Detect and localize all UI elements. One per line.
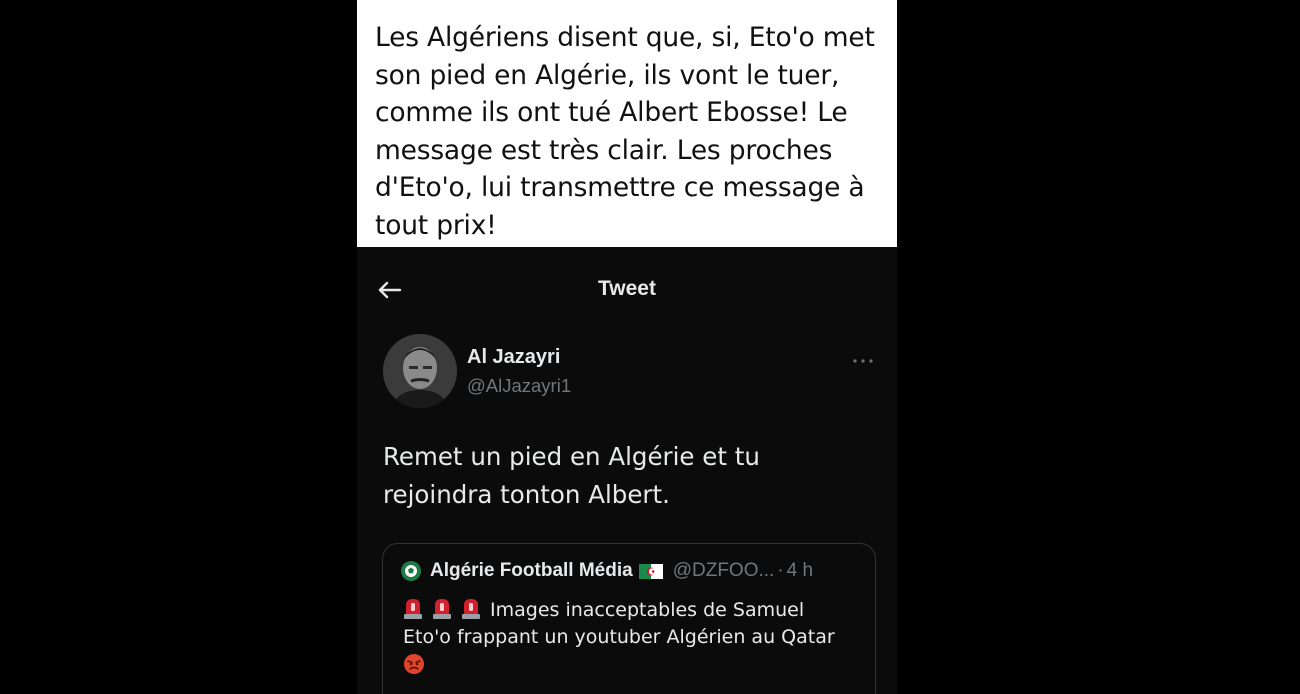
soccer-ball-logo-icon [401,561,421,581]
author-name[interactable]: Al Jazayri [467,346,560,369]
caption-text: Les Algériens disent que, si, Eto'o met … [375,22,875,241]
author-handle[interactable]: @AlJazayri1 [467,375,571,397]
quoted-timestamp: 4 h [786,560,814,581]
separator-dot: · [777,560,784,581]
algeria-flag-icon [638,563,663,579]
police-siren-icon [462,599,480,619]
quoted-author-name: Algérie Football Média [430,560,633,581]
police-siren-icon [404,599,422,619]
quoted-tweet-header: Algérie Football Média @DZFOO... · 4 h [400,560,813,582]
angry-face-icon [404,654,424,674]
tweet-screen: Tweet Al Jazayri @AlJazayri1 Remet un pi… [357,247,897,694]
quoted-text-line-2: Eto'o frappant un youtuber Algérien au Q… [403,626,835,648]
more-horizontal-icon[interactable] [851,358,875,364]
quoted-tweet-body: Images inacceptables de Samuel Eto'o fra… [403,597,863,680]
quoted-text-line-1-label: Images inacceptables de Samuel [490,599,805,621]
police-siren-icon [433,599,451,619]
tweet-header: Tweet [357,247,897,333]
avatar[interactable] [383,334,457,408]
quoted-author-handle: @DZFOO... [672,560,775,581]
caption-box: Les Algériens disent que, si, Eto'o met … [357,0,897,247]
tweet-text: Remet un pied en Algérie et tu rejoindra… [383,442,760,509]
quoted-text-line-1: Images inacceptables de Samuel [403,597,863,624]
quoted-tweet-card[interactable]: Algérie Football Média @DZFOO... · 4 h Imag… [382,543,876,694]
page-title: Tweet [598,277,656,300]
